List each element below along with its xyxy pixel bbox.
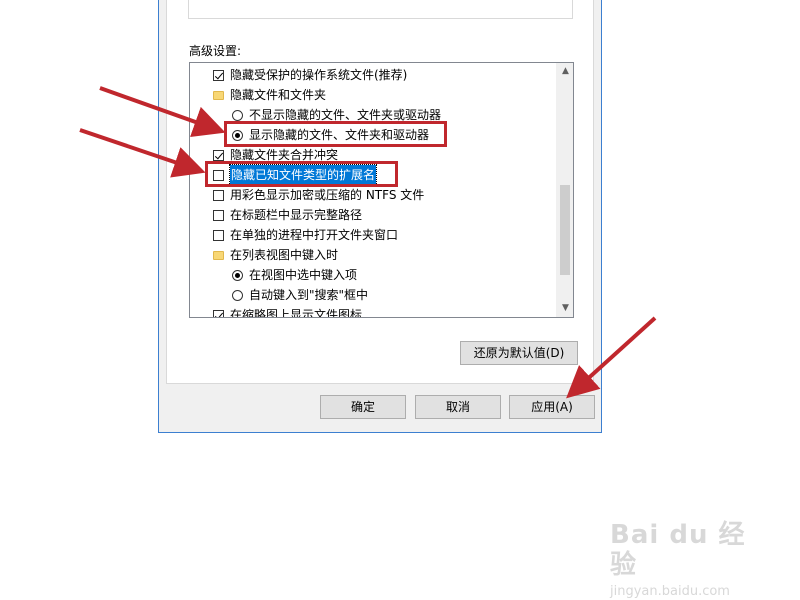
baidu-jingyan-watermark: Bai du 经验 jingyan.baidu.com (610, 520, 760, 599)
watermark-brand: Bai du 经验 (610, 520, 746, 580)
arrow-to-hide-extensions (79, 128, 206, 178)
arrow-to-show-hidden (99, 86, 226, 138)
annotation-arrows (79, 86, 657, 399)
arrow-to-apply-button (566, 316, 657, 399)
watermark-url: jingyan.baidu.com (610, 584, 730, 599)
